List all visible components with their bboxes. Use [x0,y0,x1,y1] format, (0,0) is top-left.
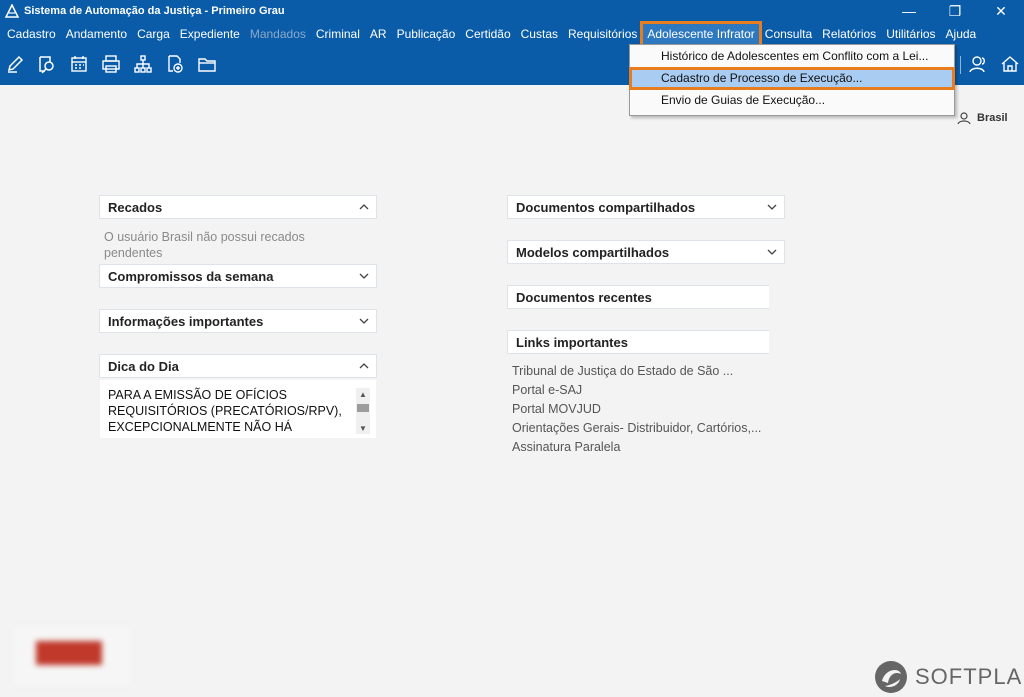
softplan-mark-icon [875,661,907,693]
panel-title: Informações importantes [108,313,264,329]
printer-icon[interactable] [99,52,123,76]
panel-docs-recentes-header[interactable]: Documentos recentes [507,285,769,309]
panel-informacoes-header[interactable]: Informações importantes [99,309,377,333]
recados-message: O usuário Brasil não possui recados pend… [104,230,305,260]
chevron-up-icon[interactable] [358,360,370,372]
panel-modelos-header[interactable]: Modelos compartilhados [507,240,785,264]
menu-criminal[interactable]: Criminal [311,23,365,45]
menu-adolescente-infrator[interactable]: Adolescente Infrator [640,21,762,47]
menu-andamento[interactable]: Andamento [61,23,132,45]
add-document-icon[interactable] [163,52,187,76]
menu-custas[interactable]: Custas [516,23,563,45]
search-doc-icon[interactable] [35,52,59,76]
dica-scrollbar[interactable]: ▲ ▼ [356,388,370,434]
panel-docs-compartilhados-header[interactable]: Documentos compartilhados [507,195,785,219]
panel-dica-header[interactable]: Dica do Dia [99,354,377,378]
title-bar: Sistema de Automação da Justiça - Primei… [0,0,1024,22]
menu-bar: Cadastro Andamento Carga Expediente Mand… [0,21,1024,47]
softplan-text: SOFTPLAN [915,664,1024,689]
link-tribunal[interactable]: Tribunal de Justiça do Estado de São ... [512,364,774,378]
calendar-icon[interactable] [67,52,91,76]
menu-consulta[interactable]: Consulta [760,23,817,45]
chevron-down-icon[interactable] [766,246,778,258]
scroll-thumb[interactable] [357,404,369,412]
panel-recados-header[interactable]: Recados [99,195,377,219]
users-icon[interactable] [967,52,991,76]
dropdown-item-cadastro-processo[interactable]: Cadastro de Processo de Execução... [629,67,955,90]
menu-carga[interactable]: Carga [132,23,175,45]
minimize-button[interactable]: — [886,0,932,22]
link-portal-esaj[interactable]: Portal e-SAJ [512,383,774,397]
window-controls: — ❐ ✕ [886,0,1024,22]
panel-compromissos-header[interactable]: Compromissos da semana [99,264,377,288]
panel-title: Dica do Dia [108,358,179,374]
scroll-down-icon[interactable]: ▼ [356,422,370,434]
user-indicator[interactable]: Brasil [957,111,1008,125]
menu-mandados: Mandados [249,27,306,41]
home-icon[interactable] [998,52,1022,76]
dica-text: PARA A EMISSÃO DE OFÍCIOS REQUISITÓRIOS … [108,388,342,434]
user-name: Brasil [977,112,1008,124]
adolescente-infrator-dropdown: Histórico de Adolescentes em Conflito co… [629,44,955,116]
dropdown-item-envio-guias[interactable]: Envio de Guias de Execução... [630,90,954,111]
softplan-logo: SOFTPLAN [873,659,1024,695]
dropdown-item-historico[interactable]: Histórico de Adolescentes em Conflito co… [630,46,954,67]
app-logo-icon [5,4,19,18]
menu-requisitorios[interactable]: Requisitórios [563,23,642,45]
panel-title: Links importantes [516,334,628,350]
panel-title: Modelos compartilhados [516,244,670,260]
link-orientacoes-gerais[interactable]: Orientações Gerais- Distribuidor, Cartór… [512,421,774,435]
link-assinatura-paralela[interactable]: Assinatura Paralela [512,440,774,454]
menu-publicacao[interactable]: Publicação [392,23,461,45]
window-title: Sistema de Automação da Justiça - Primei… [24,5,285,17]
menu-certidao[interactable]: Certidão [460,23,515,45]
hierarchy-icon[interactable] [131,52,155,76]
panel-title: Recados [108,199,163,215]
panel-title: Documentos recentes [516,289,652,305]
dica-content: PARA A EMISSÃO DE OFÍCIOS REQUISITÓRIOS … [100,380,376,438]
edit-icon[interactable] [3,52,27,76]
panel-links-header[interactable]: Links importantes [507,330,769,354]
user-icon [957,112,971,125]
close-button[interactable]: ✕ [978,0,1024,22]
panel-title: Compromissos da semana [108,268,274,284]
menu-expediente[interactable]: Expediente [175,23,245,45]
link-portal-movjud[interactable]: Portal MOVJUD [512,402,774,416]
menu-cadastro[interactable]: Cadastro [2,23,61,45]
menu-ar[interactable]: AR [365,23,392,45]
menu-ajuda[interactable]: Ajuda [941,23,982,45]
chevron-up-icon[interactable] [358,201,370,213]
menu-relatorios[interactable]: Relatórios [817,23,881,45]
scroll-up-icon[interactable]: ▲ [356,388,370,400]
chevron-down-icon[interactable] [358,315,370,327]
folder-icon[interactable] [195,52,219,76]
chevron-down-icon[interactable] [358,270,370,282]
restore-button[interactable]: ❐ [932,0,978,22]
menu-utilitarios[interactable]: Utilitários [881,23,940,45]
panel-title: Documentos compartilhados [516,199,696,215]
toolbar-separator [960,56,961,74]
client-logo [14,627,130,685]
chevron-down-icon[interactable] [766,201,778,213]
